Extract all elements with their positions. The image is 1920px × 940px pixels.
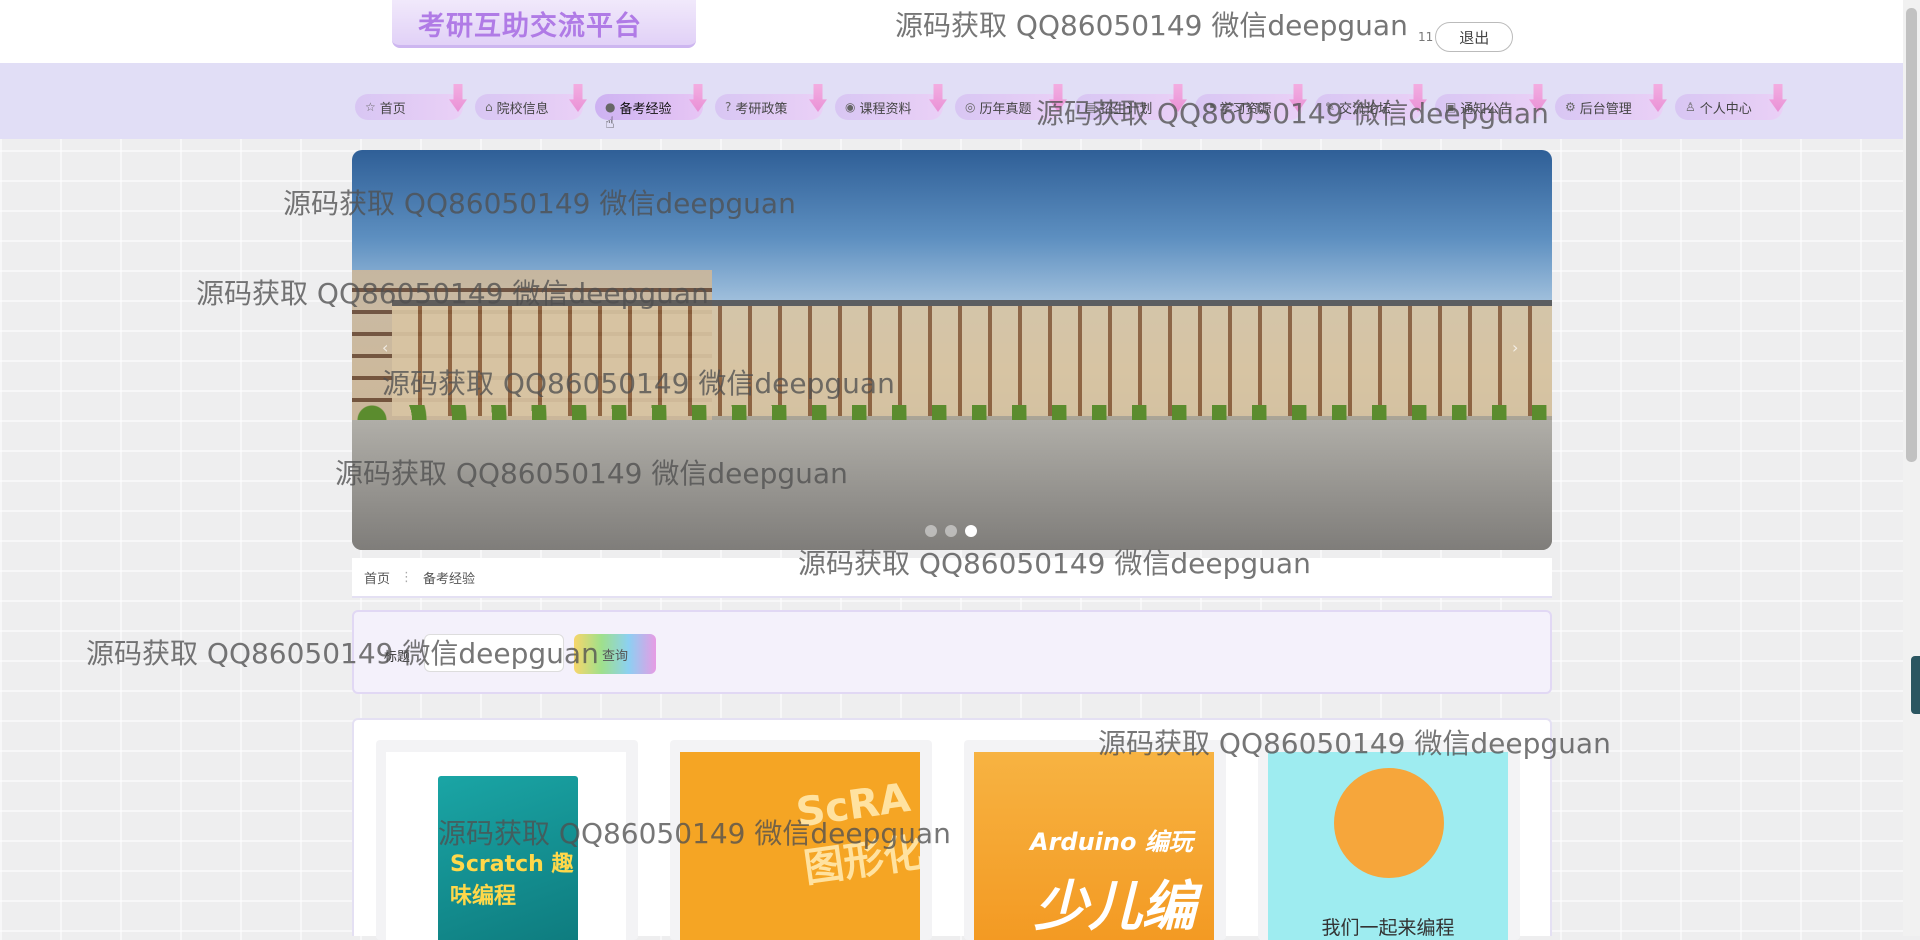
nav-item-8[interactable]: ◔ 学习资源 (1195, 84, 1307, 120)
item-cover-image[interactable]: ScRA 图形化 (680, 752, 920, 940)
scrollbar-thumb[interactable] (1906, 8, 1917, 462)
breadcrumb-home[interactable]: 首页 (364, 568, 390, 587)
nav-arrow-icon (689, 84, 707, 112)
carousel-dots (925, 525, 977, 537)
cover-text: ScRA 图形化 (793, 774, 920, 892)
brand-logo[interactable]: 考研互助交流平台 (392, 0, 696, 48)
nav-item-6[interactable]: ◎ 历年真题 (955, 84, 1067, 120)
nav-item-12[interactable]: ♙ 个人中心 (1675, 84, 1787, 120)
book-cover: Scratch 趣味编程 (438, 776, 578, 940)
nav-icon: ⚙ (1565, 100, 1576, 114)
nav-label: 课程资料 (859, 101, 912, 117)
logout-button[interactable]: 退出 (1435, 22, 1514, 52)
nav-item-7[interactable]: ▤ 招生计划 (1075, 84, 1187, 120)
nav-arrow-icon (1289, 84, 1307, 112)
cover-text-large: 少儿编 (1034, 875, 1196, 938)
carousel-dot[interactable] (925, 525, 937, 537)
books-illustration (1334, 768, 1444, 878)
nav-icon: ☆ (365, 100, 376, 114)
title-search-input[interactable] (424, 634, 564, 672)
nav-label: 备考经验 (619, 101, 672, 117)
item-cover-image[interactable]: Scratch 趣味编程 (386, 752, 626, 940)
nav-item-2[interactable]: ⌂ 院校信息 (475, 84, 587, 120)
carousel-prev-icon[interactable]: ‹ (382, 338, 388, 357)
item-cover-image[interactable]: 我们一起来编程 (1268, 752, 1508, 940)
nav-arrow-icon (569, 84, 587, 112)
carousel-dot[interactable] (965, 525, 977, 537)
nav-label: 招生计划 (1100, 101, 1153, 117)
nav-arrow-icon (1649, 84, 1667, 112)
nav-label: 院校信息 (496, 101, 549, 117)
cover-text: Scratch 趣味编程 (450, 852, 574, 909)
nav-icon: ⌂ (485, 100, 493, 114)
nav-item-11[interactable]: ⚙ 后台管理 (1555, 84, 1667, 120)
nav-icon: ◎ (965, 100, 976, 114)
nav-arrow-icon (1409, 84, 1427, 112)
nav-icon: ● (605, 100, 616, 114)
breadcrumb-separator-icon: ⋮ (400, 569, 414, 585)
nav-icon: ◉ (845, 100, 856, 114)
search-label: 标题 (384, 650, 411, 665)
nav-arrow-icon (1769, 84, 1787, 112)
top-bar: 考研互助交流平台 11 退出 (0, 0, 1903, 63)
nav-list: ☆ 首页 ⌂ 院校信息 ● 备考经验? 考研政策 ◉ 课程资料 ◎ 历年真题 ▤ 招生计划 ◔ 学习资源 ✎ 交… (355, 84, 1795, 120)
nav-label: 首页 (379, 101, 406, 117)
nav-item-1[interactable]: ☆ 首页 (355, 84, 467, 120)
nav-arrow-icon (449, 84, 467, 112)
nav-icon: ? (725, 100, 732, 114)
nav-icon: ♙ (1685, 100, 1696, 114)
nav-label: 个人中心 (1699, 101, 1752, 117)
nav-arrow-icon (809, 84, 827, 112)
search-panel: 标题 查询 (352, 610, 1552, 694)
list-item[interactable]: Arduino 编玩 少儿编 (964, 740, 1226, 940)
side-float-tab[interactable] (1911, 656, 1920, 714)
nav-icon: ◔ (1205, 100, 1216, 114)
nav-icon: ▤ (1085, 100, 1097, 114)
nav-arrow-icon (1169, 84, 1187, 112)
nav-item-5[interactable]: ◉ 课程资料 (835, 84, 947, 120)
nav-label: 考研政策 (735, 101, 788, 117)
nav-label: 后台管理 (1579, 101, 1632, 117)
list-item[interactable]: 我们一起来编程 (1258, 740, 1520, 940)
nav-item-9[interactable]: ✎ 交流论坛 (1315, 84, 1427, 120)
item-cover-image[interactable]: Arduino 编玩 少儿编 (974, 752, 1214, 940)
banner-building (392, 300, 1552, 416)
nav-label: 交流论坛 (1339, 101, 1392, 117)
nav-arrow-icon (1529, 84, 1547, 112)
username: 11 (1418, 30, 1434, 44)
mouse-cursor-icon: ☝ (605, 113, 615, 132)
list-item[interactable]: ScRA 图形化 (670, 740, 932, 940)
carousel-dot[interactable] (945, 525, 957, 537)
search-button[interactable]: 查询 (574, 634, 656, 674)
cover-text: Arduino 编玩 (1030, 828, 1193, 856)
nav-label: 学习资源 (1219, 101, 1272, 117)
experience-list: Scratch 趣味编程 ScRA 图形化 Arduino 编玩 少儿编 我们一… (352, 718, 1552, 940)
page-scrollbar[interactable] (1903, 0, 1920, 936)
user-area: 11 退出 (1418, 22, 1514, 52)
nav-arrow-icon (929, 84, 947, 112)
main-nav: ☆ 首页 ⌂ 院校信息 ● 备考经验? 考研政策 ◉ 课程资料 ◎ 历年真题 ▤ 招生计划 ◔ 学习资源 ✎ 交… (0, 63, 1903, 139)
site-title: 考研互助交流平台 (418, 11, 642, 42)
nav-item-10[interactable]: ▣ 通知公告 (1435, 84, 1547, 120)
nav-arrow-icon (1049, 84, 1067, 112)
nav-label: 历年真题 (979, 101, 1032, 117)
nav-label: 通知公告 (1460, 101, 1513, 117)
nav-item-4[interactable]: ? 考研政策 (715, 84, 827, 120)
list-item[interactable]: Scratch 趣味编程 (376, 740, 638, 940)
nav-icon: ▣ (1445, 100, 1457, 114)
breadcrumb-current: 备考经验 (423, 571, 476, 587)
nav-icon: ✎ (1325, 100, 1336, 114)
breadcrumb: 首页 ⋮ 备考经验 (352, 558, 1552, 598)
carousel-next-icon[interactable]: › (1512, 338, 1518, 357)
hero-carousel[interactable]: ‹ › (352, 150, 1552, 550)
